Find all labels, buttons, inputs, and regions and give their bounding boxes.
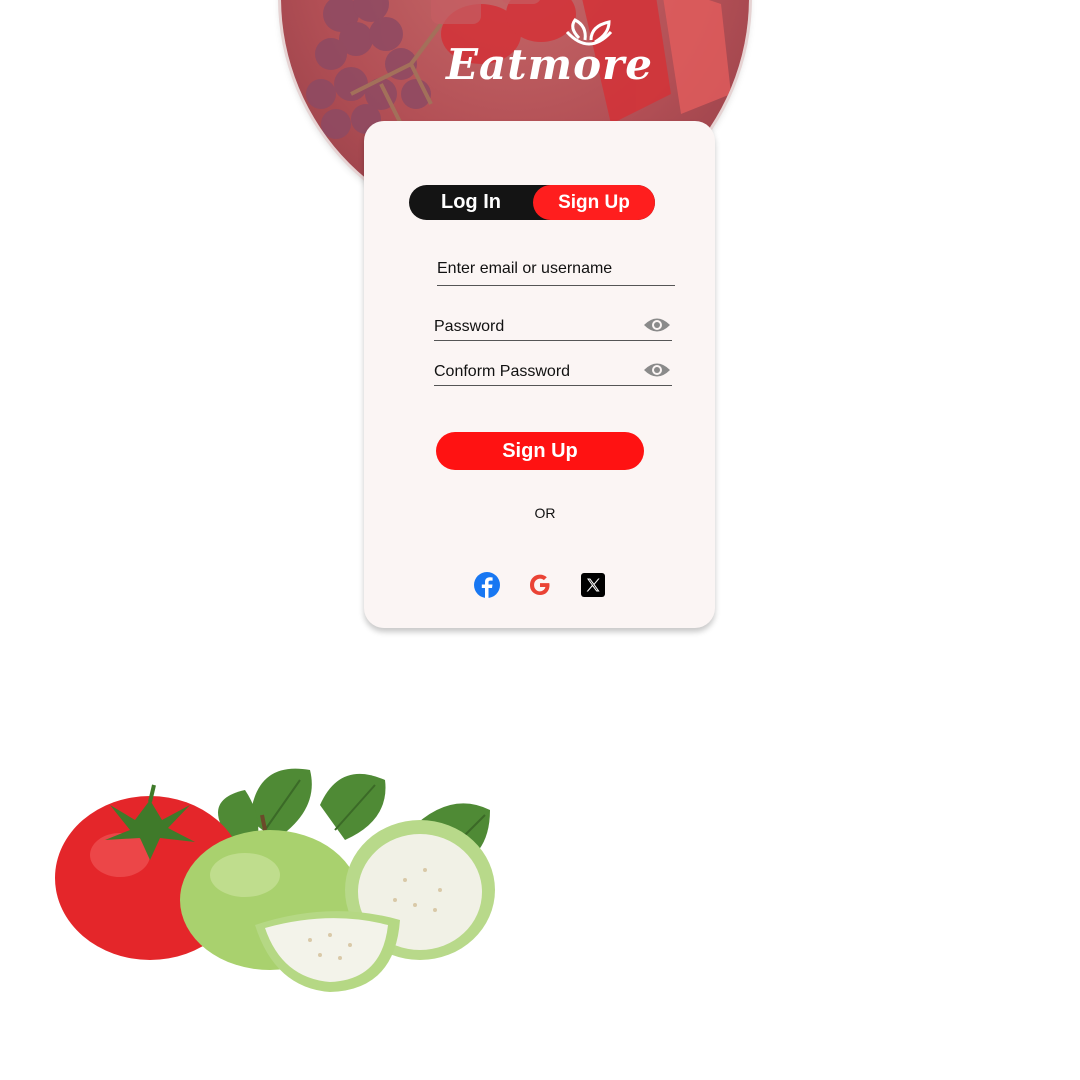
- tab-login[interactable]: Log In: [409, 185, 533, 220]
- email-input[interactable]: [437, 252, 675, 286]
- or-separator: OR: [534, 505, 556, 521]
- signup-button[interactable]: Sign Up: [436, 432, 644, 470]
- password-input[interactable]: [434, 313, 672, 341]
- brand-logo: Eatmore: [446, 40, 653, 89]
- facebook-icon[interactable]: [474, 572, 500, 598]
- eye-icon[interactable]: [643, 361, 671, 379]
- eye-icon[interactable]: [643, 316, 671, 334]
- fruits-illustration: [55, 768, 495, 992]
- google-icon[interactable]: [527, 572, 553, 598]
- x-icon[interactable]: [581, 573, 605, 597]
- confirm-password-input[interactable]: [434, 358, 672, 386]
- tab-signup[interactable]: Sign Up: [533, 185, 655, 220]
